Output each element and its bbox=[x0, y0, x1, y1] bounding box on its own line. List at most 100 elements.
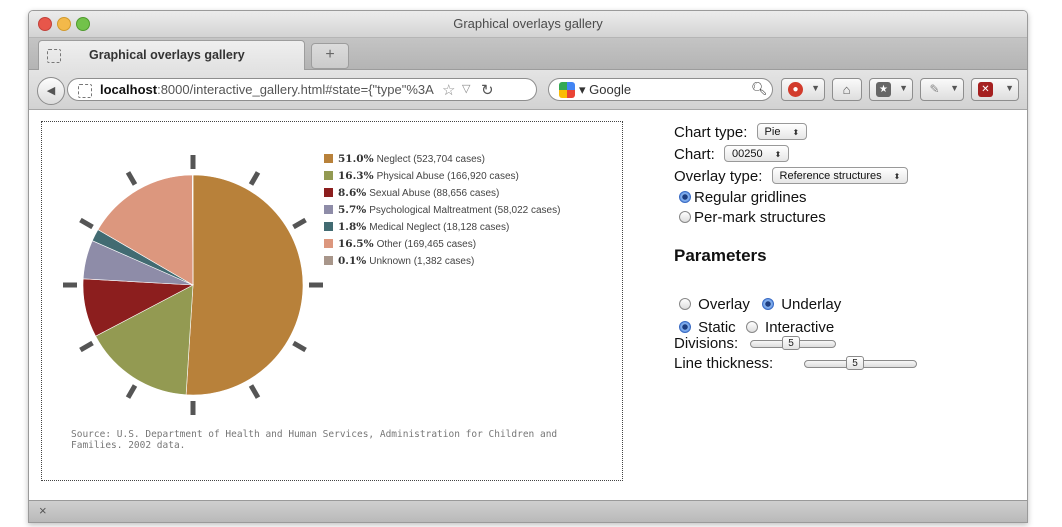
chevron-down-icon: ▼ bbox=[899, 83, 908, 93]
extension-red-icon: ✕ bbox=[978, 82, 993, 97]
chevron-down-icon: ▼ bbox=[1005, 83, 1014, 93]
legend-item: 16.3% Physical Abuse (166,920 cases) bbox=[324, 170, 519, 182]
static-label: Static bbox=[698, 319, 736, 336]
underlay-label: Underlay bbox=[781, 296, 842, 313]
close-status-icon[interactable]: × bbox=[39, 503, 47, 518]
overlay-type-value: Reference structures bbox=[779, 170, 882, 182]
adblock-icon: ● bbox=[788, 82, 803, 97]
legend-item: 0.1% Unknown (1,382 cases) bbox=[324, 255, 474, 267]
tab-bar: Graphical overlays gallery + bbox=[29, 38, 1027, 70]
option-per-mark-structures[interactable]: Per-mark structures bbox=[679, 209, 826, 226]
legend-label: Sexual Abuse (88,656 cases) bbox=[369, 188, 500, 199]
bookmarks-icon: ★ bbox=[876, 82, 891, 97]
interactive-radio[interactable] bbox=[745, 321, 758, 333]
back-button[interactable]: ◀ bbox=[37, 77, 65, 105]
legend-item: 16.5% Other (169,465 cases) bbox=[324, 238, 476, 250]
legend-percent: 16.3% bbox=[338, 170, 374, 182]
chart-select[interactable]: 00250 ⬍ bbox=[724, 145, 790, 162]
url-text: localhost:8000/interactive_gallery.html#… bbox=[100, 82, 438, 97]
legend-item: 5.7% Psychological Maltreatment (58,022 c… bbox=[324, 204, 560, 216]
static-radio[interactable] bbox=[679, 321, 691, 333]
divisions-slider-thumb[interactable]: 5 bbox=[782, 336, 800, 350]
chart-type-label: Chart type: bbox=[674, 124, 748, 141]
legend-label: Psychological Maltreatment (58,022 cases… bbox=[369, 205, 561, 216]
option-regular-gridlines[interactable]: Regular gridlines bbox=[679, 189, 807, 206]
legend-label: Other (169,465 cases) bbox=[376, 239, 477, 250]
select-arrows-icon: ⬍ bbox=[792, 128, 800, 137]
underlay-radio[interactable] bbox=[762, 298, 775, 310]
bookmarks-button[interactable]: ★ ▼ bbox=[869, 78, 913, 101]
search-bar[interactable]: ▾ Google 🔍︎ bbox=[548, 78, 773, 101]
url-host: localhost bbox=[100, 82, 158, 97]
gridline-tick bbox=[248, 384, 261, 399]
legend-label: Unknown (1,382 cases) bbox=[369, 256, 475, 267]
gridline-tick bbox=[125, 171, 138, 186]
gridline-tick bbox=[79, 217, 94, 230]
reload-icon[interactable]: ↻ bbox=[481, 81, 494, 99]
page-content: 51.0% Neglect (523,704 cases) 16.3% Physica… bbox=[29, 110, 1027, 500]
per-mark-structures-label: Per-mark structures bbox=[694, 209, 826, 226]
line-thickness-slider[interactable]: 5 bbox=[804, 356, 917, 370]
address-bar[interactable]: localhost:8000/interactive_gallery.html#… bbox=[67, 78, 537, 101]
extension-menu-button[interactable]: ✕ ▼ bbox=[971, 78, 1019, 101]
mode-row: Static Interactive bbox=[679, 319, 834, 336]
adblock-button[interactable]: ● ▼ bbox=[781, 78, 825, 101]
legend-swatch bbox=[324, 239, 333, 248]
legend-label: Medical Neglect (18,128 cases) bbox=[369, 222, 510, 233]
chart-type-value: Pie bbox=[764, 126, 781, 138]
overlay-radio[interactable] bbox=[679, 298, 691, 310]
divisions-row: Divisions: bbox=[674, 335, 738, 352]
home-icon: ⌂ bbox=[842, 82, 851, 97]
legend-label: Neglect (523,704 cases) bbox=[376, 154, 485, 165]
legend-percent: 51.0% bbox=[338, 153, 374, 165]
line-thickness-row: Line thickness: bbox=[674, 355, 773, 372]
parameters-heading: Parameters bbox=[674, 246, 767, 265]
history-dropdown-icon[interactable]: ▽ bbox=[462, 82, 470, 95]
tab-graphical-overlays[interactable]: Graphical overlays gallery bbox=[38, 40, 305, 70]
pie-slice-0 bbox=[185, 174, 304, 396]
divisions-slider[interactable]: 5 bbox=[750, 336, 836, 350]
chart-type-select[interactable]: Pie ⬍ bbox=[756, 123, 808, 140]
new-tab-button[interactable]: + bbox=[311, 43, 349, 69]
controls-panel: Chart type: Pie ⬍ Chart: 00250 ⬍ Overlay t… bbox=[674, 110, 1014, 490]
select-arrows-icon: ⬍ bbox=[893, 172, 901, 181]
site-identity-icon[interactable] bbox=[78, 84, 92, 98]
chevron-down-icon: ▼ bbox=[811, 83, 820, 93]
line-thickness-slider-thumb[interactable]: 5 bbox=[846, 356, 864, 370]
search-engine-name: Google bbox=[589, 82, 632, 97]
chart-label: Chart: bbox=[674, 146, 715, 163]
bookmark-star-icon[interactable]: ☆ bbox=[442, 81, 455, 99]
legend-percent: 5.7% bbox=[338, 204, 367, 216]
page-favicon-icon bbox=[47, 49, 61, 63]
chart-source-note: Source: U.S. Department of Health and Hu… bbox=[71, 429, 558, 451]
regular-gridlines-radio[interactable] bbox=[679, 191, 691, 203]
extension-button[interactable]: ✎ ▼ bbox=[920, 78, 964, 101]
legend-item: 51.0% Neglect (523,704 cases) bbox=[324, 153, 485, 165]
chevron-down-icon: ▼ bbox=[950, 83, 959, 93]
per-mark-structures-radio[interactable] bbox=[679, 211, 691, 223]
legend-swatch bbox=[324, 256, 333, 265]
google-icon[interactable] bbox=[559, 82, 575, 98]
legend-percent: 1.8% bbox=[338, 221, 367, 233]
legend-percent: 8.6% bbox=[338, 187, 367, 199]
gridline-tick bbox=[248, 171, 261, 186]
home-button[interactable]: ⌂ bbox=[832, 78, 862, 101]
legend-item: 8.6% Sexual Abuse (88,656 cases) bbox=[324, 187, 499, 199]
legend-swatch bbox=[324, 222, 333, 231]
legend-swatch bbox=[324, 205, 333, 214]
search-engine-label: ▾ Google bbox=[579, 82, 632, 97]
regular-gridlines-label: Regular gridlines bbox=[694, 189, 807, 206]
legend-percent: 0.1% bbox=[338, 255, 367, 267]
chart-value: 00250 bbox=[732, 148, 763, 160]
tab-label: Graphical overlays gallery bbox=[89, 48, 245, 62]
navigation-toolbar: ◀ localhost:8000/interactive_gallery.htm… bbox=[29, 70, 1027, 110]
overlay-type-select[interactable]: Reference structures ⬍ bbox=[771, 167, 909, 184]
search-icon[interactable]: 🔍︎ bbox=[751, 81, 768, 97]
chart-type-row: Chart type: Pie ⬍ bbox=[674, 123, 808, 141]
legend-swatch bbox=[324, 154, 333, 163]
overlay-type-row: Overlay type: Reference structures ⬍ bbox=[674, 167, 909, 185]
divisions-label: Divisions: bbox=[674, 335, 739, 352]
select-arrows-icon: ⬍ bbox=[774, 150, 782, 159]
legend-percent: 16.5% bbox=[338, 238, 374, 250]
gridline-tick bbox=[125, 384, 138, 399]
